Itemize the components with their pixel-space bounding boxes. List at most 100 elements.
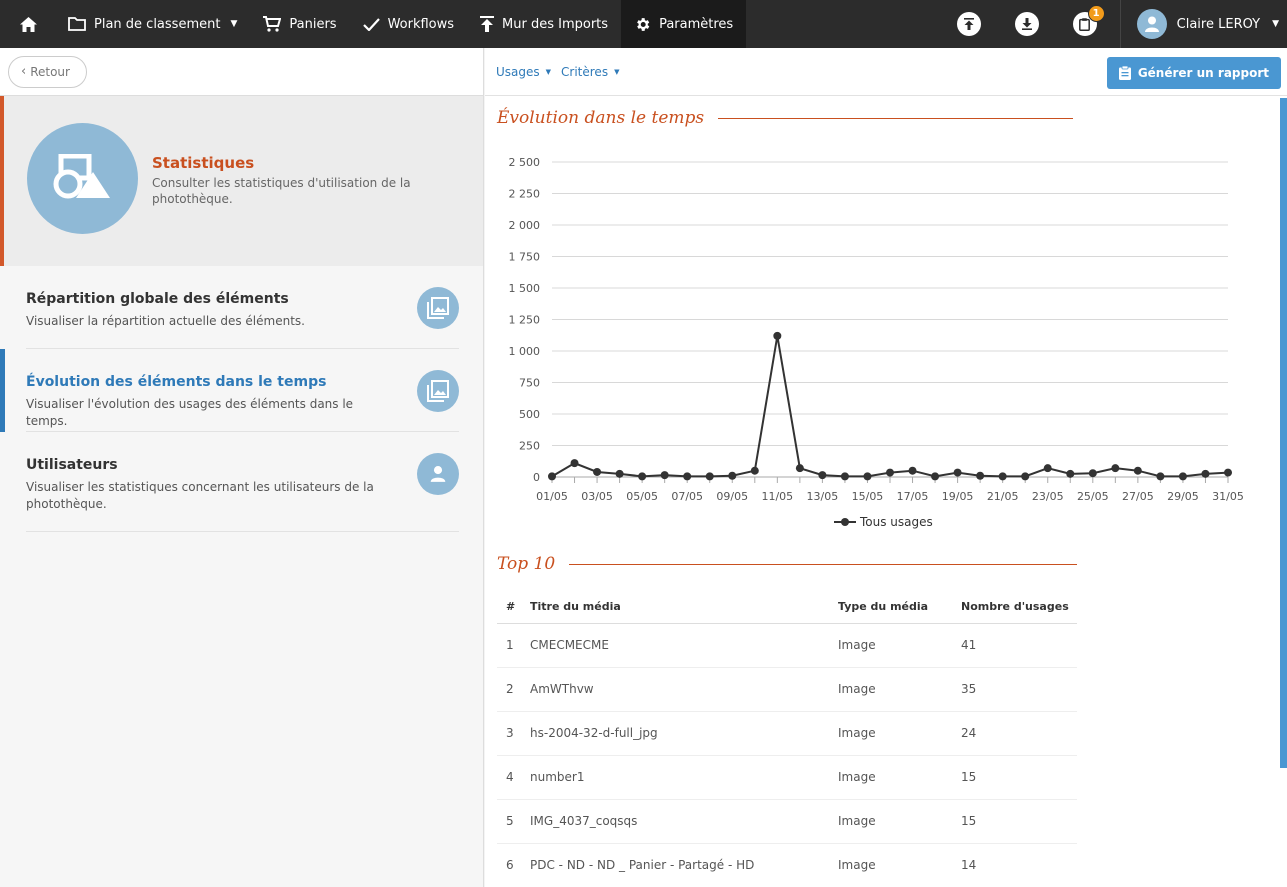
nav-label: Plan de classement [94, 16, 221, 32]
home-button[interactable] [0, 0, 55, 48]
generate-report-label: Générer un rapport [1137, 66, 1269, 80]
back-label: Retour [30, 64, 70, 79]
user-icon [1144, 16, 1159, 32]
generate-report-button[interactable]: Générer un rapport [1106, 57, 1281, 89]
x-tick-label: 13/05 [807, 490, 839, 503]
table-row[interactable]: 2 AmWThvw Image 35 [497, 667, 1077, 712]
nav-workflows[interactable]: Workflows [350, 0, 467, 48]
nav-paniers[interactable]: Paniers [250, 0, 349, 48]
caret-down-icon: ▼ [1272, 19, 1279, 29]
x-tick-label: 25/05 [1077, 490, 1109, 503]
notification-badge: 1 [1087, 5, 1105, 22]
data-point [638, 472, 647, 481]
column-header-type: Type du média [838, 590, 961, 624]
top-navigation-bar: Plan de classement ▼ Paniers Workflows M… [0, 0, 1287, 48]
table-header-row: # Titre du média Type du média Nombre d'… [497, 590, 1077, 624]
cell-title: number1 [530, 755, 838, 800]
data-point [840, 472, 849, 481]
menu-item-description: Visualiser les statistiques concernant l… [26, 480, 374, 511]
data-point [953, 468, 962, 477]
chevron-left-icon: ‹ [21, 64, 27, 79]
table-row[interactable]: 1 CMECMECME Image 41 [497, 623, 1077, 668]
evolution-line-chart: 0 250 500 750 1 000 1 250 1 500 1 750 2 000 2 250… [509, 156, 1244, 529]
cell-type: Image [838, 623, 961, 668]
x-tick-label: 23/05 [1032, 490, 1064, 503]
y-tick-label: 2 250 [509, 188, 541, 201]
data-point [1224, 468, 1232, 477]
table-row[interactable]: 4 number1 Image 15 [497, 755, 1077, 800]
page-title: Statistiques [152, 154, 255, 172]
user-menu[interactable]: Claire LEROY ▼ [1121, 0, 1287, 48]
x-tick-label: 17/05 [897, 490, 929, 503]
avatar [1136, 9, 1167, 39]
cell-num: 1 [497, 623, 530, 668]
data-point [570, 459, 579, 468]
active-indicator [0, 349, 5, 432]
nav-label: Paramètres [659, 16, 734, 32]
clipboard-button[interactable]: 1 [1056, 0, 1114, 48]
download-button[interactable] [998, 0, 1056, 48]
top10-section-title: Top 10 [497, 554, 1078, 574]
data-point [683, 472, 692, 481]
data-point [1111, 464, 1120, 473]
series-line [551, 335, 1229, 478]
cell-type: Image [838, 843, 961, 887]
data-point [1088, 469, 1097, 478]
top10-table: # Titre du média Type du média Nombre d'… [497, 590, 1077, 887]
y-tick-label: 500 [519, 408, 540, 421]
user-icon [417, 453, 459, 495]
nav-label: Mur des Imports [502, 16, 609, 32]
usages-dropdown[interactable]: Usages ▼ [496, 65, 551, 79]
cell-title: AmWThvw [530, 667, 838, 712]
cell-num: 2 [497, 667, 530, 712]
table-row[interactable]: 6 PDC - ND - ND _ Panier - Partagé - HD Im… [497, 843, 1077, 887]
x-tick-label: 21/05 [987, 490, 1019, 503]
data-point [773, 331, 782, 340]
upload-button[interactable] [940, 0, 998, 48]
criteres-dropdown[interactable]: Critères ▼ [561, 65, 619, 79]
statistics-icon [27, 123, 138, 234]
data-point [615, 469, 624, 478]
cell-title: PDC - ND - ND _ Panier - Partagé - HD [530, 843, 838, 887]
x-tick-label: 31/05 [1212, 490, 1244, 503]
nav-mur-des-imports[interactable]: Mur des Imports [467, 0, 621, 48]
x-tick-label: 07/05 [671, 490, 703, 503]
data-point [931, 472, 940, 481]
nav-parametres[interactable]: Paramètres [621, 0, 747, 48]
data-point [728, 471, 737, 480]
cell-count: 24 [961, 711, 1077, 756]
x-tick-label: 15/05 [852, 490, 884, 503]
cell-type: Image [838, 667, 961, 712]
legend-label: Tous usages [859, 515, 933, 529]
data-point [818, 471, 827, 480]
y-tick-label: 1 750 [509, 251, 541, 264]
y-tick-label: 250 [519, 440, 540, 453]
criteres-label: Critères [561, 64, 609, 79]
data-point [1043, 464, 1052, 473]
data-point [863, 472, 872, 481]
cell-num: 3 [497, 711, 530, 756]
menu-item-utilisateurs[interactable]: Utilisateurs Visualiser les statistiques… [26, 432, 459, 532]
table-row[interactable]: 5 IMG_4037_coqsqs Image 15 [497, 799, 1077, 844]
data-point [705, 472, 714, 481]
menu-item-evolution[interactable]: Évolution des éléments dans le temps Vis… [0, 349, 459, 432]
data-point [1156, 472, 1165, 481]
menu-item-repartition[interactable]: Répartition globale des éléments Visuali… [26, 266, 459, 349]
scrollbar[interactable] [1280, 98, 1287, 768]
column-header-num: # [497, 590, 530, 624]
nav-plan-de-classement[interactable]: Plan de classement ▼ [55, 0, 250, 48]
cell-count: 15 [961, 755, 1077, 800]
table-row[interactable]: 3 hs-2004-32-d-full_jpg Image 24 [497, 711, 1077, 756]
menu-item-title: Répartition globale des éléments [26, 291, 289, 307]
cell-type: Image [838, 799, 961, 844]
back-button[interactable]: ‹ Retour [8, 55, 87, 88]
caret-down-icon: ▼ [614, 67, 620, 76]
x-tick-label: 09/05 [716, 490, 748, 503]
cart-icon [263, 16, 282, 32]
data-point [908, 466, 917, 475]
cell-type: Image [838, 755, 961, 800]
cell-num: 4 [497, 755, 530, 800]
y-tick-label: 1 000 [509, 345, 541, 358]
x-tick-label: 27/05 [1122, 490, 1154, 503]
cell-num: 6 [497, 843, 530, 887]
